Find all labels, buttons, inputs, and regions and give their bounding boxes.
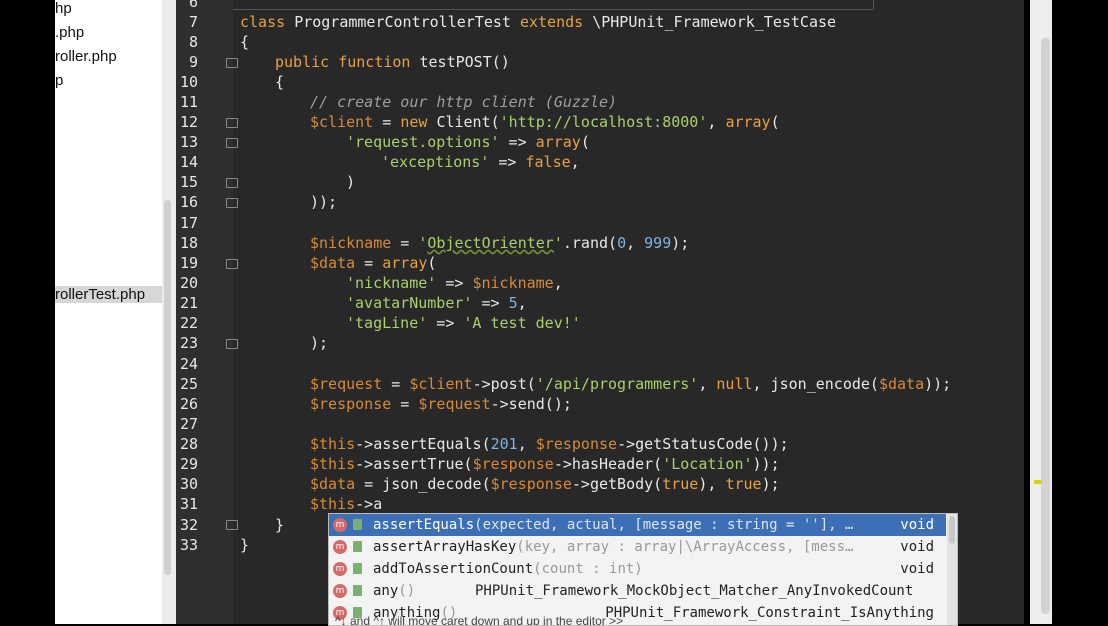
code-line-15: ) — [346, 173, 356, 191]
code-line-32: } — [275, 516, 285, 534]
line-number: 30 — [179, 475, 198, 493]
file-tree-scrollbar-thumb[interactable] — [164, 200, 171, 575]
fold-marker-icon[interactable] — [226, 138, 238, 148]
code-line-26: $response = $request->send(); — [310, 395, 572, 413]
code-line-28: $this->assertEquals(201, $response->getS… — [310, 435, 789, 453]
line-number: 11 — [179, 93, 198, 111]
autocomplete-item-signature: () — [398, 583, 416, 599]
file-tree-item[interactable]: .php — [55, 24, 84, 41]
line-number: 27 — [179, 415, 198, 433]
line-number: 18 — [179, 234, 198, 252]
code-line-12: $client = new Client('http://localhost:8… — [310, 113, 780, 131]
code-line-31: $this->a — [310, 495, 383, 513]
autocomplete-item-signature: (expected, actual, [message : string = '… — [474, 517, 854, 533]
line-number: 19 — [179, 254, 198, 272]
code-line-19: $data = array( — [310, 254, 437, 272]
project-file-tree: hp .php roller.php p rollerTest.php — [55, 0, 162, 624]
line-number: 13 — [179, 133, 198, 151]
editor-scrollbar-thumb[interactable] — [1041, 38, 1050, 614]
autocomplete-item-name: addToAssertionCount — [373, 561, 534, 577]
autocomplete-item[interactable]: m assertArrayHasKey(key, array : array|\… — [329, 536, 946, 558]
autocomplete-popup[interactable]: m assertEquals(expected, actual, [messag… — [328, 513, 958, 626]
code-line-9: public function testPOST() — [275, 53, 510, 71]
lock-icon — [353, 563, 362, 574]
code-line-18: $nickname = 'ObjectOrienter'.rand(0, 999… — [310, 234, 690, 252]
autocomplete-item-type: void — [900, 561, 934, 577]
autocomplete-item-signature: (count : int) — [533, 561, 643, 577]
code-line-10: { — [275, 73, 285, 91]
autocomplete-item-name: any — [373, 583, 399, 599]
code-line-8: { — [240, 33, 250, 51]
line-number: 26 — [179, 395, 198, 413]
line-number: 7 — [188, 13, 198, 31]
fold-marker-icon[interactable] — [226, 178, 238, 188]
code-line-23: ); — [310, 334, 329, 352]
code-line-11: // create our http client (Guzzle) — [310, 93, 618, 111]
code-line-21: 'avatarNumber' => 5, — [346, 294, 527, 312]
autocomplete-item[interactable]: m addToAssertionCount(count : int) void — [329, 558, 946, 580]
method-icon: m — [333, 540, 347, 554]
line-number: 23 — [179, 334, 198, 352]
autocomplete-scrollbar-thumb[interactable] — [949, 516, 955, 544]
line-number: 20 — [179, 274, 198, 292]
method-icon: m — [333, 518, 347, 532]
fold-marker-icon[interactable] — [226, 58, 238, 68]
line-number: 15 — [179, 173, 198, 191]
code-line-30: $data = json_decode($response->getBody(t… — [310, 475, 780, 493]
autocomplete-item-name: assertArrayHasKey — [373, 539, 517, 555]
method-icon: m — [333, 562, 347, 576]
line-number: 24 — [179, 355, 198, 373]
fold-marker-icon[interactable] — [226, 259, 238, 269]
code-line-25: $request = $client->post('/api/programme… — [310, 375, 952, 393]
line-number: 16 — [179, 193, 198, 211]
window-backdrop-left — [0, 0, 55, 624]
line-number: 6 — [188, 0, 198, 11]
code-line-13: 'request.options' => array( — [346, 133, 590, 151]
autocomplete-item[interactable]: m any() PHPUnit_Framework_MockObject_Mat… — [329, 580, 946, 602]
fold-marker-icon[interactable] — [226, 118, 238, 128]
code-line-7: class ProgrammerControllerTest extends \… — [240, 13, 837, 31]
line-number: 29 — [179, 455, 198, 473]
autocomplete-item-type: PHPUnit_Framework_MockObject_Matcher_Any… — [475, 583, 914, 599]
warning-marker[interactable] — [1034, 480, 1042, 484]
fold-marker-icon[interactable] — [226, 339, 238, 349]
file-tree-item[interactable]: p — [55, 72, 63, 89]
code-line-16: )); — [310, 193, 338, 211]
code-line-14: 'exceptions' => false, — [381, 153, 580, 171]
line-number: 33 — [179, 536, 198, 554]
autocomplete-item-type: void — [900, 517, 934, 533]
autocomplete-hint: ^↓ and ^↑ will move caret down and up in… — [335, 614, 624, 626]
autocomplete-item-name: assertEquals — [373, 517, 475, 533]
line-number: 25 — [179, 375, 198, 393]
line-number: 8 — [188, 33, 198, 51]
line-number: 28 — [179, 435, 198, 453]
lock-icon — [353, 541, 362, 552]
file-tree-item[interactable]: hp — [55, 0, 72, 17]
line-number: 12 — [179, 113, 198, 131]
code-line-33: } — [240, 536, 250, 554]
file-tree-item-selected[interactable]: rollerTest.php — [55, 286, 162, 303]
method-icon: m — [333, 584, 347, 598]
line-number: 10 — [179, 73, 198, 91]
fold-marker-icon[interactable] — [226, 520, 238, 530]
code-line-20: 'nickname' => $nickname, — [346, 274, 563, 292]
line-number: 32 — [179, 516, 198, 534]
lock-icon — [353, 519, 362, 530]
editor-divider — [233, 9, 873, 10]
autocomplete-item-type: void — [900, 539, 934, 555]
fold-marker-icon[interactable] — [226, 198, 238, 208]
line-number: 17 — [179, 214, 198, 232]
autocomplete-item[interactable]: m assertEquals(expected, actual, [messag… — [329, 514, 946, 536]
right-margin-guide — [873, 0, 874, 9]
line-number: 14 — [179, 153, 198, 171]
code-line-22: 'tagLine' => 'A test dev!' — [346, 314, 581, 332]
autocomplete-item-signature: (key, array : array|\ArrayAccess, [mess… — [516, 539, 854, 555]
code-line-29: $this->assertTrue($response->hasHeader('… — [310, 455, 780, 473]
lock-icon — [353, 585, 362, 596]
line-number: 22 — [179, 314, 198, 332]
file-tree-item[interactable]: roller.php — [55, 48, 117, 65]
line-number: 21 — [179, 294, 198, 312]
line-number: 31 — [179, 495, 198, 513]
line-number: 9 — [188, 53, 198, 71]
